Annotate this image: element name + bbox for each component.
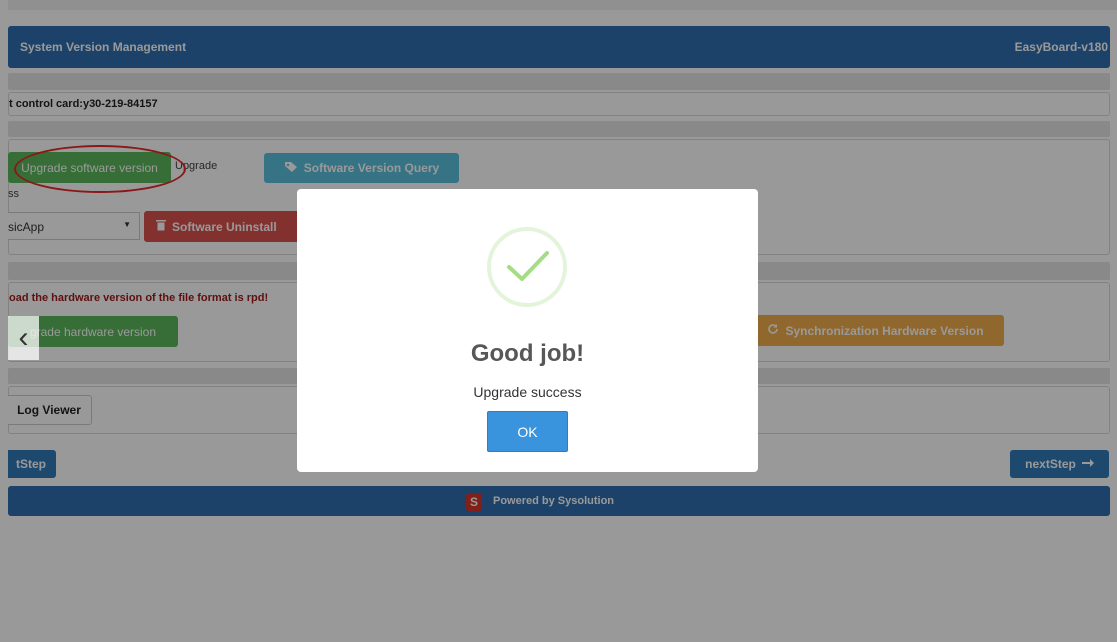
chevron-left-icon[interactable]: ‹	[8, 316, 39, 360]
ok-button[interactable]: OK	[487, 411, 568, 452]
dialog-title: Good job!	[470, 340, 585, 367]
success-dialog: Good job! Upgrade success OK	[297, 189, 758, 472]
dialog-message: Upgrade success	[473, 384, 582, 400]
check-icon	[507, 251, 549, 281]
success-check-circle	[487, 227, 567, 307]
